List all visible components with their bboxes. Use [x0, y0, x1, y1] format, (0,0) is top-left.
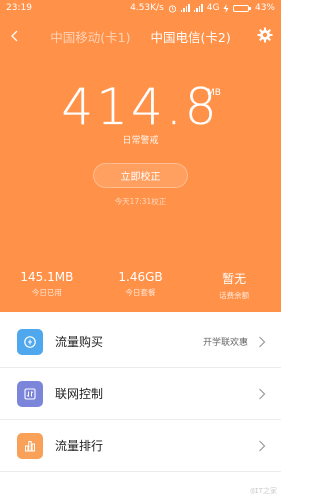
- menu-item-ranking[interactable]: 流量排行: [0, 420, 281, 472]
- tab-sim2[interactable]: 中国电信(卡2): [141, 27, 241, 46]
- battery-icon: [233, 4, 251, 12]
- header-panel: 23:19 4.53K/s 4G 43% 中国移动(卡1) 中国电信(卡2) 4…: [0, 0, 281, 312]
- signal-icon-2: [193, 4, 203, 12]
- stat-value: 暂无: [222, 272, 247, 286]
- alarm-icon: [168, 4, 176, 13]
- status-right: 4.53K/s 4G 43%: [130, 3, 275, 13]
- stat-used-today: 145.1MB 今日已用: [0, 270, 94, 301]
- menu-item-promo: 开学联欢惠: [202, 338, 248, 348]
- purchase-icon: [17, 328, 43, 355]
- chevron-right-icon: [259, 388, 266, 399]
- menu-list: 流量购买 开学联欢惠 联网控制 流量排行: [0, 316, 281, 472]
- stat-balance: 暂无 话费余额: [187, 270, 281, 301]
- menu-item-purchase[interactable]: 流量购买 开学联欢惠: [0, 316, 281, 368]
- calibrate-note: 今天17:31校正: [114, 197, 167, 206]
- usage-unit: MB: [207, 88, 221, 98]
- chevron-right-icon: [259, 336, 266, 347]
- status-bar: 23:19 4.53K/s 4G 43%: [0, 0, 281, 16]
- network-control-icon: [17, 380, 43, 407]
- chevron-right-icon: [259, 440, 266, 451]
- menu-item-network-control[interactable]: 联网控制: [0, 368, 281, 420]
- watermark: @IT之家: [250, 487, 277, 495]
- charging-icon: [223, 3, 229, 13]
- stat-label: 今日已用: [31, 288, 62, 297]
- status-time: 23:19: [6, 3, 32, 13]
- stat-value: 1.46GB: [118, 270, 163, 284]
- net-speed: 4.53K/s: [130, 3, 164, 13]
- stat-label: 今日套餐: [125, 288, 156, 297]
- menu-item-label: 流量购买: [55, 335, 104, 349]
- usage-subtitle: 日常警戒: [122, 136, 159, 146]
- sim-tabs: 中国移动(卡1) 中国电信(卡2): [0, 16, 281, 56]
- battery-percent: 43%: [254, 3, 275, 13]
- stat-value: 145.1MB: [20, 270, 74, 284]
- network-type: 4G: [206, 3, 220, 13]
- menu-item-label: 联网控制: [55, 387, 104, 401]
- usage-value: 414.8: [61, 78, 220, 136]
- stat-plan-today: 1.46GB 今日套餐: [94, 270, 188, 301]
- calibrate-button[interactable]: 立即校正: [93, 163, 188, 188]
- bar-chart-icon: [17, 432, 43, 459]
- stats-row: 145.1MB 今日已用 1.46GB 今日套餐 暂无 话费余额: [0, 270, 281, 301]
- signal-icon-1: [180, 4, 190, 12]
- back-icon[interactable]: [8, 28, 22, 44]
- tab-sim1[interactable]: 中国移动(卡1): [40, 27, 140, 46]
- stat-label: 话费余额: [219, 291, 250, 300]
- menu-item-label: 流量排行: [55, 439, 104, 453]
- usage-display: 414.8 MB: [0, 78, 281, 136]
- settings-gear-icon[interactable]: [257, 27, 273, 43]
